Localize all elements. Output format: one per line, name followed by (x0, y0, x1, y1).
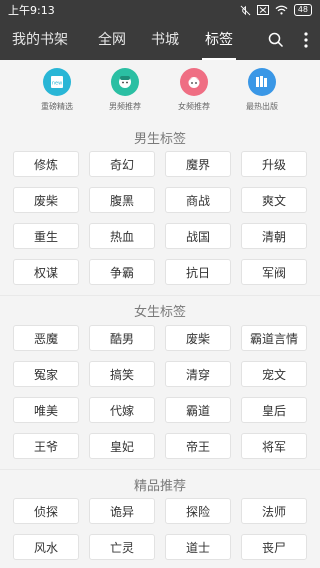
top-nav-bar: 我的书架 全网 书城 标签 (0, 20, 320, 60)
tag[interactable]: 商战 (165, 187, 231, 213)
quick-link-label: 男频推荐 (109, 102, 141, 111)
tag[interactable]: 宠文 (241, 361, 307, 387)
tag[interactable]: 恶魔 (13, 325, 79, 351)
section-divider (0, 295, 320, 296)
tag[interactable]: 搞笑 (89, 361, 155, 387)
books-icon (248, 68, 276, 96)
tag[interactable]: 抗日 (165, 259, 231, 285)
tag[interactable]: 法师 (241, 498, 307, 524)
quick-link-male[interactable]: 男频推荐 (95, 68, 155, 112)
tag[interactable]: 侦探 (13, 498, 79, 524)
tags-page: new 重磅精选 男频推荐 女频推荐 最热出版 男生标签 修炼 奇幻 魔界 升级… (0, 60, 320, 568)
tag[interactable]: 霸道 (165, 397, 231, 423)
boy-face-icon (111, 68, 139, 96)
tab-bookshelf[interactable]: 我的书架 (10, 20, 70, 60)
quick-link-label: 最热出版 (246, 102, 278, 111)
tag[interactable]: 霸道言情 (241, 325, 307, 351)
tag[interactable]: 废柴 (13, 187, 79, 213)
quick-link-featured[interactable]: new 重磅精选 (27, 68, 87, 112)
tab-bookstore[interactable]: 书城 (145, 20, 185, 60)
notification-box-icon (256, 5, 269, 15)
tag[interactable]: 将军 (241, 433, 307, 459)
tab-tags[interactable]: 标签 (198, 20, 240, 60)
tag[interactable]: 重生 (13, 223, 79, 249)
tag[interactable]: 冤家 (13, 361, 79, 387)
tag[interactable]: 战国 (165, 223, 231, 249)
quick-link-hot-publish[interactable]: 最热出版 (232, 68, 292, 112)
tag[interactable]: 热血 (89, 223, 155, 249)
status-time: 上午9:13 (8, 4, 55, 17)
tag[interactable]: 唯美 (13, 397, 79, 423)
tag[interactable]: 废柴 (165, 325, 231, 351)
tag[interactable]: 亡灵 (89, 534, 155, 560)
section-title-female: 女生标签 (133, 305, 186, 320)
quick-link-label: 女频推荐 (178, 102, 210, 111)
battery-icon: 48 (293, 4, 312, 16)
girl-face-icon (180, 68, 208, 96)
wifi-icon (275, 5, 288, 15)
more-menu-icon[interactable] (292, 20, 320, 60)
tag[interactable]: 道士 (165, 534, 231, 560)
quick-link-female[interactable]: 女频推荐 (164, 68, 224, 112)
tag[interactable]: 腹黑 (89, 187, 155, 213)
section-title-male: 男生标签 (133, 132, 186, 147)
tag[interactable]: 清朝 (241, 223, 307, 249)
tag[interactable]: 风水 (13, 534, 79, 560)
tag[interactable]: 丧尸 (241, 534, 307, 560)
tag[interactable]: 皇后 (241, 397, 307, 423)
tag[interactable]: 探险 (165, 498, 231, 524)
tag[interactable]: 帝王 (165, 433, 231, 459)
tag[interactable]: 升级 (241, 151, 307, 177)
search-icon[interactable] (262, 20, 290, 60)
quick-link-label: 重磅精选 (41, 102, 73, 111)
section-divider (0, 469, 320, 470)
section-title-recommended: 精品推荐 (133, 479, 186, 494)
tag[interactable]: 争霸 (89, 259, 155, 285)
tag[interactable]: 酷男 (89, 325, 155, 351)
mute-icon (240, 5, 251, 16)
quick-links: new 重磅精选 男频推荐 女频推荐 最热出版 (0, 68, 320, 118)
tag[interactable]: 皇妃 (89, 433, 155, 459)
tag[interactable]: 军阀 (241, 259, 307, 285)
status-bar: 上午9:13 48 (0, 0, 320, 20)
tag[interactable]: 清穿 (165, 361, 231, 387)
tab-web[interactable]: 全网 (92, 20, 132, 60)
tag[interactable]: 修炼 (13, 151, 79, 177)
svg-text:new: new (52, 81, 62, 87)
tag[interactable]: 王爷 (13, 433, 79, 459)
tag[interactable]: 爽文 (241, 187, 307, 213)
tag[interactable]: 奇幻 (89, 151, 155, 177)
tag[interactable]: 代嫁 (89, 397, 155, 423)
tag[interactable]: 诡异 (89, 498, 155, 524)
new-book-icon: new (43, 68, 71, 96)
status-icons: 48 (240, 4, 312, 16)
tag[interactable]: 魔界 (165, 151, 231, 177)
tag[interactable]: 权谋 (13, 259, 79, 285)
